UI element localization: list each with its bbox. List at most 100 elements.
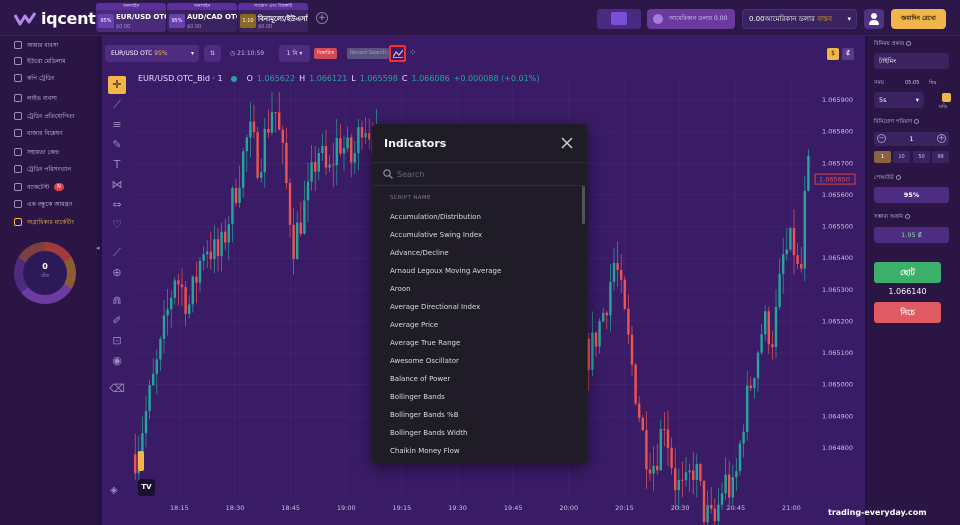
eye-icon[interactable]: ◉: [108, 352, 126, 370]
candle-body: [206, 251, 209, 255]
candle-body: [771, 344, 774, 348]
chart-asset-payout: 95%: [154, 50, 168, 57]
sidebar-item-competition[interactable]: ট্রেডিং প্রতিযোগিতা: [14, 110, 75, 122]
indicator-item[interactable]: Advance/Decline: [390, 246, 575, 264]
pattern-icon[interactable]: ⋈: [108, 176, 126, 194]
sidebar-item-help[interactable]: সহায়তা কেন্দ্র: [14, 146, 59, 158]
indicator-item[interactable]: Aroon: [390, 282, 575, 300]
sidebar-item-priority[interactable]: অগ্রাধিকার মাৰ্কেটিং: [14, 216, 74, 228]
asset-tab-eurusd[interactable]: অনলাইন 95% EUR/USD OTC $0.00: [96, 3, 166, 32]
ohlc-legend: EUR/USD.OTC_Bid · 1 O 1.065622 H 1.066121 …: [138, 74, 540, 83]
indicator-item[interactable]: Accumulation/Distribution: [390, 210, 575, 228]
favorite-heart-icon[interactable]: ♡: [108, 216, 126, 234]
indicator-item[interactable]: Average Directional Index: [390, 300, 575, 318]
euro-icon: [14, 57, 22, 65]
close-icon[interactable]: [560, 136, 574, 150]
sidebar-item-live-business[interactable]: লাইভ ব্যবসা: [14, 92, 57, 104]
modal-scrollbar[interactable]: [582, 186, 585, 224]
clock-toggle-button[interactable]: [942, 93, 951, 102]
asset-tab-crypto[interactable]: সংক্ষেপ এবং বিকল্পটি 1:10 বিনামূল্যে/ইউএ…: [238, 3, 308, 32]
down-button[interactable]: নিচে: [874, 302, 941, 323]
exchange-type-select[interactable]: টাইমিং: [874, 53, 949, 69]
trash-icon[interactable]: ⌫: [108, 380, 126, 398]
chart-asset-selector[interactable]: EUR/USD OTC 95% ▾: [105, 45, 199, 62]
parallel-lines-icon[interactable]: ≡: [108, 116, 126, 134]
asset-tab-audcad[interactable]: অনলাইন 95% AUD/CAD OTC $0.00: [167, 3, 237, 32]
layout-grid-icon[interactable]: ⁘: [409, 49, 417, 58]
bonus-chest-button[interactable]: [597, 9, 641, 29]
candle-body: [278, 112, 281, 130]
recent-search-chip[interactable]: Recent Search: [347, 48, 390, 59]
sidebar-item-statistics[interactable]: ট্রেডিং পরিসংখ্যান: [14, 163, 71, 175]
text-tool-icon[interactable]: T: [108, 156, 126, 174]
sidebar-item-my-business[interactable]: আমার ব্যবসা: [14, 39, 58, 51]
up-button[interactable]: ছোট: [874, 262, 941, 283]
account-selector[interactable]: 0.00আমেরিকান ডলার বাস্তব ▾: [742, 9, 857, 29]
sidebar-item-invite[interactable]: এক বন্ধুকে আমন্ত্রণ: [14, 198, 72, 210]
profit-value: 1.95 ₡: [874, 227, 949, 243]
candle-body: [173, 280, 176, 298]
user-icon: [871, 13, 877, 19]
indicator-search-input[interactable]: [397, 166, 572, 182]
time-marker-icon[interactable]: [138, 451, 144, 471]
brush-icon[interactable]: ✎: [108, 136, 126, 154]
crosshair-icon[interactable]: ✛: [108, 76, 126, 94]
quick-amount-50[interactable]: 50: [913, 151, 930, 163]
zoom-in-icon[interactable]: ⊕: [108, 264, 126, 282]
trade-stats-donut[interactable]: 0 টেড: [14, 242, 76, 304]
quick-amount-99[interactable]: 99: [932, 151, 949, 163]
indicator-item[interactable]: Arnaud Legoux Moving Average: [390, 264, 575, 282]
lock-drawing-icon[interactable]: ✐: [108, 312, 126, 330]
info-icon: [895, 175, 901, 180]
sidebar-item-euro[interactable]: ইউরো মেডিলাম: [14, 55, 66, 67]
add-asset-tab-button[interactable]: +: [316, 12, 328, 24]
currency-alt-button[interactable]: ₡: [842, 48, 854, 60]
indicator-item[interactable]: Chaikin Money Flow: [390, 444, 575, 462]
sidebar-item-backtest[interactable]: ব্যাকটেস্ট N: [14, 181, 64, 193]
indicator-item[interactable]: Awesome Oscillator: [390, 354, 575, 372]
candle-body: [620, 269, 623, 280]
brand-logo[interactable]: iqcent: [14, 9, 96, 28]
tradingview-logo[interactable]: TV: [138, 479, 155, 496]
indicator-item[interactable]: Balance of Power: [390, 372, 575, 390]
indicator-item[interactable]: Accumulative Swing Index: [390, 228, 575, 246]
sidebar-item-market-analysis[interactable]: বাজার বিশ্লেষণ: [14, 127, 63, 139]
plus-icon[interactable]: +: [937, 134, 946, 143]
lock-icon[interactable]: ⊡: [108, 332, 126, 350]
trend-line-icon[interactable]: ⟋: [108, 96, 126, 114]
candle-body: [184, 287, 187, 314]
candle-body: [202, 254, 205, 261]
candle-body: [652, 465, 655, 474]
candle-body: [159, 338, 162, 360]
candle-body: [231, 188, 234, 225]
demo-balance-button[interactable]: আমেরিকান ডলার 0.00: [647, 9, 735, 29]
candle-body: [177, 280, 180, 285]
details-chip[interactable]: বিস্তারিত: [314, 48, 338, 59]
collapse-sidebar-icon[interactable]: ◂: [96, 244, 100, 252]
expiry-time-select[interactable]: 5s ▾: [874, 92, 924, 108]
currency-usd-button[interactable]: $: [827, 48, 839, 60]
user-profile-button[interactable]: [864, 9, 884, 29]
magnet-icon[interactable]: ⋒: [108, 292, 126, 310]
quick-amount-10[interactable]: 10: [893, 151, 910, 163]
indicator-item[interactable]: Average True Range: [390, 336, 575, 354]
y-tick-label: 1.065900: [822, 96, 853, 104]
timeframe-selector[interactable]: 1 মি ▾: [279, 45, 310, 62]
layers-icon[interactable]: ◈: [110, 485, 118, 496]
indicator-item[interactable]: Bollinger Bands Width: [390, 426, 575, 444]
measure-icon[interactable]: ⇔: [108, 196, 126, 214]
quick-amount-1[interactable]: 1: [874, 151, 891, 163]
indicator-item[interactable]: Average Price: [390, 318, 575, 336]
sidebar-item-copy-trading[interactable]: কপি ট্রেডিং: [14, 72, 54, 84]
amount-stepper[interactable]: − 1 +: [874, 132, 949, 146]
indicators-button[interactable]: [389, 45, 406, 62]
ruler-icon[interactable]: ⟋: [108, 244, 126, 262]
compare-button[interactable]: ⇅: [204, 45, 221, 62]
candle-body: [314, 162, 317, 172]
deposit-button[interactable]: জমাদিন রেখো: [891, 9, 946, 29]
payout-label: পেআউট: [874, 175, 901, 183]
candle-body: [270, 112, 274, 133]
indicator-item[interactable]: Bollinger Bands %B: [390, 408, 575, 426]
candle-body: [782, 254, 785, 274]
indicator-item[interactable]: Bollinger Bands: [390, 390, 575, 408]
